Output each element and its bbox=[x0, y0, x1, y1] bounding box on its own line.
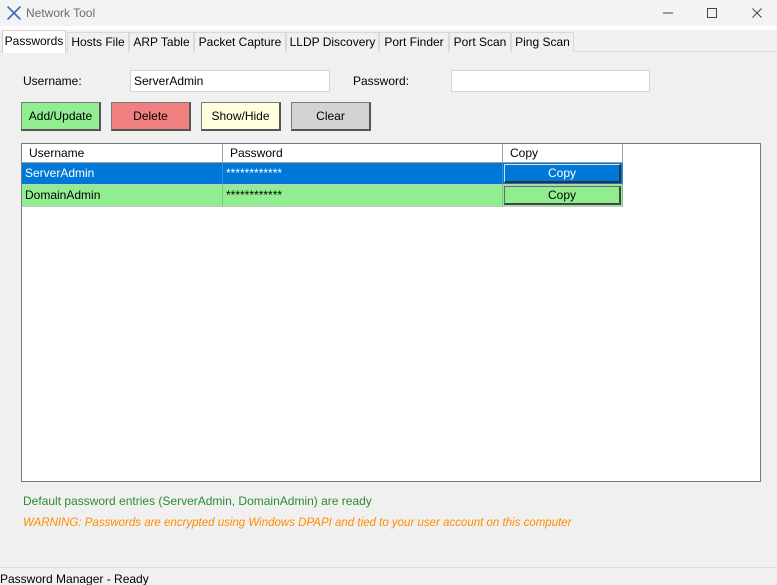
cell-password[interactable]: ************ bbox=[223, 163, 503, 185]
window-title: Network Tool bbox=[26, 6, 96, 20]
clear-button[interactable]: Clear bbox=[291, 102, 371, 131]
password-input[interactable] bbox=[451, 70, 650, 92]
show-hide-button[interactable]: Show/Hide bbox=[201, 102, 281, 131]
tab-port-scan[interactable]: Port Scan bbox=[449, 32, 511, 52]
username-input[interactable] bbox=[130, 70, 330, 92]
cell-password[interactable]: ************ bbox=[223, 185, 503, 207]
ready-message: Default password entries (ServerAdmin, D… bbox=[23, 494, 372, 508]
tab-passwords[interactable]: Passwords bbox=[2, 30, 66, 53]
maximize-icon bbox=[706, 7, 718, 19]
username-label: Username: bbox=[23, 74, 82, 88]
status-bar-text: Password Manager - Ready bbox=[0, 572, 149, 585]
cell-username[interactable]: ServerAdmin bbox=[22, 163, 223, 185]
copy-button[interactable]: Copy bbox=[504, 186, 621, 205]
tab-packet-capture[interactable]: Packet Capture bbox=[194, 32, 286, 52]
close-icon bbox=[751, 7, 763, 19]
column-header-copy[interactable]: Copy bbox=[503, 144, 623, 163]
password-grid[interactable]: Username Password Copy ServerAdmin *****… bbox=[21, 143, 761, 482]
grid-header: Username Password Copy bbox=[22, 144, 623, 163]
tab-ping-scan[interactable]: Ping Scan bbox=[511, 32, 574, 52]
copy-button[interactable]: Copy bbox=[504, 164, 621, 183]
tab-hosts-file[interactable]: Hosts File bbox=[67, 32, 129, 52]
close-button[interactable] bbox=[737, 0, 777, 26]
password-label: Password: bbox=[353, 74, 410, 88]
status-bar: Password Manager - Ready bbox=[0, 567, 777, 585]
add-update-button[interactable]: Add/Update bbox=[21, 102, 101, 131]
tab-port-finder[interactable]: Port Finder bbox=[379, 32, 449, 52]
minimize-button[interactable] bbox=[648, 0, 688, 26]
warning-message: WARNING: Passwords are encrypted using W… bbox=[23, 517, 572, 529]
column-header-username[interactable]: Username bbox=[22, 144, 223, 163]
column-header-password[interactable]: Password bbox=[223, 144, 503, 163]
tab-strip: Passwords Hosts File ARP Table Packet Ca… bbox=[0, 30, 777, 53]
title-bar[interactable]: Network Tool bbox=[0, 0, 777, 26]
cell-copy: Copy bbox=[503, 163, 623, 185]
tab-lldp-discovery[interactable]: LLDP Discovery bbox=[286, 32, 379, 52]
table-row[interactable]: ServerAdmin ************ Copy bbox=[22, 163, 623, 185]
delete-button[interactable]: Delete bbox=[111, 102, 191, 131]
maximize-button[interactable] bbox=[692, 0, 732, 26]
cell-username[interactable]: DomainAdmin bbox=[22, 185, 223, 207]
tab-arp-table[interactable]: ARP Table bbox=[129, 32, 194, 52]
table-row[interactable]: DomainAdmin ************ Copy bbox=[22, 185, 623, 207]
app-icon bbox=[6, 5, 22, 21]
cell-copy: Copy bbox=[503, 185, 623, 207]
minimize-icon bbox=[662, 7, 674, 19]
